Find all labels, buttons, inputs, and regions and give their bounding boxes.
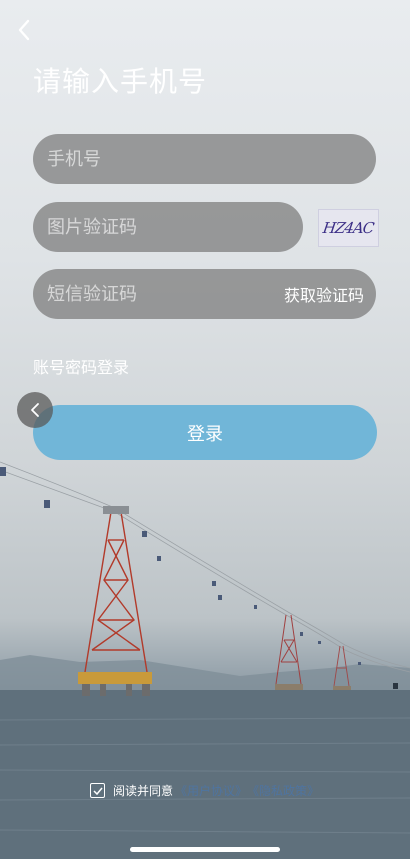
agreement-prefix: 阅读并同意	[113, 784, 174, 798]
image-code-input[interactable]	[33, 215, 303, 239]
back-button[interactable]	[10, 14, 38, 46]
agreement-checkbox[interactable]	[90, 783, 105, 798]
sms-code-field[interactable]: 获取验证码	[33, 269, 376, 319]
password-login-link[interactable]: 账号密码登录	[33, 354, 129, 378]
page-title: 请输入手机号	[33, 65, 208, 98]
chevron-left-icon	[18, 19, 30, 41]
floating-back-button[interactable]	[17, 392, 53, 428]
privacy-policy-link[interactable]: 《隐私政策》	[247, 782, 319, 799]
login-button[interactable]: 登录	[33, 405, 377, 460]
phone-input[interactable]	[33, 147, 376, 171]
agreement-row: 阅读并同意 《用户协议》 《隐私政策》	[90, 782, 319, 799]
phone-field[interactable]	[33, 134, 376, 184]
check-icon	[92, 787, 103, 795]
captcha-image[interactable]: HZ4AC	[318, 209, 379, 247]
login-button-label: 登录	[187, 423, 223, 445]
get-code-button[interactable]: 获取验证码	[284, 282, 364, 306]
home-indicator	[130, 847, 280, 852]
image-code-field[interactable]	[33, 202, 303, 252]
user-agreement-link[interactable]: 《用户协议》	[175, 782, 247, 799]
captcha-text: HZ4AC	[322, 219, 375, 237]
chevron-left-icon	[31, 403, 39, 417]
